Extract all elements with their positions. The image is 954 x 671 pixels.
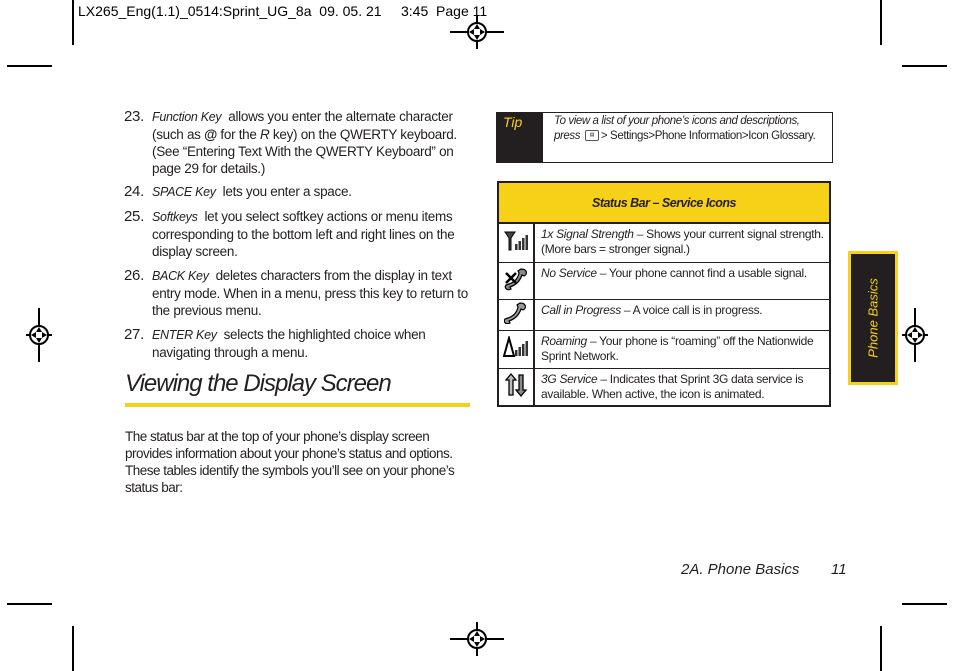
crop-mark xyxy=(880,626,882,671)
tip-path-icon-glossary: Icon Glossary. xyxy=(748,130,816,142)
row-term: 1x Signal Strength – xyxy=(541,227,644,241)
icon-cell xyxy=(498,367,535,406)
row-text: Roaming – Your phone is “roaming” off th… xyxy=(534,329,830,368)
tip-label: Tip xyxy=(497,113,543,162)
row-term: 3G Service – xyxy=(541,371,607,386)
tip-box: Tip To view a list of your phone’s icons… xyxy=(496,112,833,163)
crop-mark xyxy=(902,65,947,67)
item-text: lets you enter a space. xyxy=(222,184,352,199)
row-text: 3G Service – Indicates that Sprint 3G da… xyxy=(534,367,830,406)
item-key: ENTER Key xyxy=(152,328,217,342)
page-number: 11 xyxy=(831,561,847,578)
row-text: Call in Progress – A voice call is in pr… xyxy=(534,298,830,330)
section-heading: Viewing the Display Screen xyxy=(125,370,392,397)
table-row: Call in Progress – A voice call is in pr… xyxy=(498,298,830,330)
menu-ok-key-icon: ▤ xyxy=(584,130,599,142)
separator: > xyxy=(600,130,608,142)
tip-path-settings: Settings xyxy=(610,130,649,142)
row-desc: A voice call is in progress. xyxy=(630,302,763,317)
item-text: let you select softkey actions or menu i… xyxy=(152,209,455,259)
list-item: 27. ENTER Key selects the highlighted ch… xyxy=(124,326,474,361)
crop-mark xyxy=(7,603,52,605)
icon-cell xyxy=(498,298,535,330)
side-tab-label: Phone Basics xyxy=(865,278,881,358)
list-item: 24. SPACE Key lets you enter a space. xyxy=(124,183,474,201)
item-key: Softkeys xyxy=(152,210,198,224)
registration-mark-icon xyxy=(450,622,504,656)
item-number: 24. xyxy=(124,183,144,200)
at-symbol: @ xyxy=(204,127,217,142)
table-title: Status Bar – Service Icons xyxy=(498,182,830,224)
crop-mark xyxy=(902,603,947,605)
item-key: BACK Key xyxy=(152,269,209,283)
item-key: Function Key xyxy=(152,110,222,124)
list-item: 25. Softkeys let you select softkey acti… xyxy=(124,208,474,260)
table-row: No Service – Your phone cannot find a us… xyxy=(498,261,830,299)
call-in-progress-icon xyxy=(503,301,526,324)
3g-service-icon xyxy=(504,372,528,397)
row-term: Roaming – xyxy=(541,333,597,348)
registration-mark-icon xyxy=(26,308,52,362)
chapter-side-tab: Phone Basics xyxy=(848,251,898,385)
row-desc: Your phone cannot find a usable signal. xyxy=(606,265,807,280)
row-term: Call in Progress – xyxy=(541,302,631,317)
heading-underline xyxy=(125,403,470,407)
print-slug: LX265_Eng(1.1)_0514:Sprint_UG_8a 09. 05.… xyxy=(78,3,488,19)
icon-cell xyxy=(498,222,535,262)
roaming-icon xyxy=(502,334,528,357)
item-number: 26. xyxy=(124,267,144,284)
item-key: SPACE Key xyxy=(152,185,216,199)
list-item: 26. BACK Key deletes characters from the… xyxy=(124,267,474,319)
row-text: No Service – Your phone cannot find a us… xyxy=(534,261,830,299)
table-row: 1x Signal Strength – Shows your current … xyxy=(498,222,830,262)
signal-strength-icon xyxy=(504,231,528,251)
row-text: 1x Signal Strength – Shows your current … xyxy=(534,222,830,262)
table-row: Roaming – Your phone is “roaming” off th… xyxy=(498,329,830,368)
service-icons-table: Status Bar – Service Icons 1x Signal Str… xyxy=(497,181,831,407)
crop-mark xyxy=(880,0,882,45)
icon-cell xyxy=(498,261,535,299)
tip-path-phone-info: Phone Information xyxy=(654,130,743,142)
table-row: 3G Service – Indicates that Sprint 3G da… xyxy=(498,367,830,406)
crop-mark xyxy=(72,0,74,45)
item-number: 23. xyxy=(124,108,144,125)
no-service-icon xyxy=(504,267,527,290)
icon-cell xyxy=(498,329,535,368)
crop-mark xyxy=(7,65,52,67)
item-number: 25. xyxy=(124,208,144,225)
item-number: 27. xyxy=(124,326,144,343)
row-term: No Service – xyxy=(541,265,607,280)
item-text: for the xyxy=(216,127,261,142)
footer-section: 2A. Phone Basics xyxy=(681,561,800,578)
list-item: 23. Function Key allows you enter the al… xyxy=(124,108,474,177)
tip-text: To view a list of your phone’s icons and… xyxy=(554,114,824,144)
crop-mark xyxy=(72,626,74,671)
section-intro: The status bar at the top of your phone’… xyxy=(125,429,455,495)
